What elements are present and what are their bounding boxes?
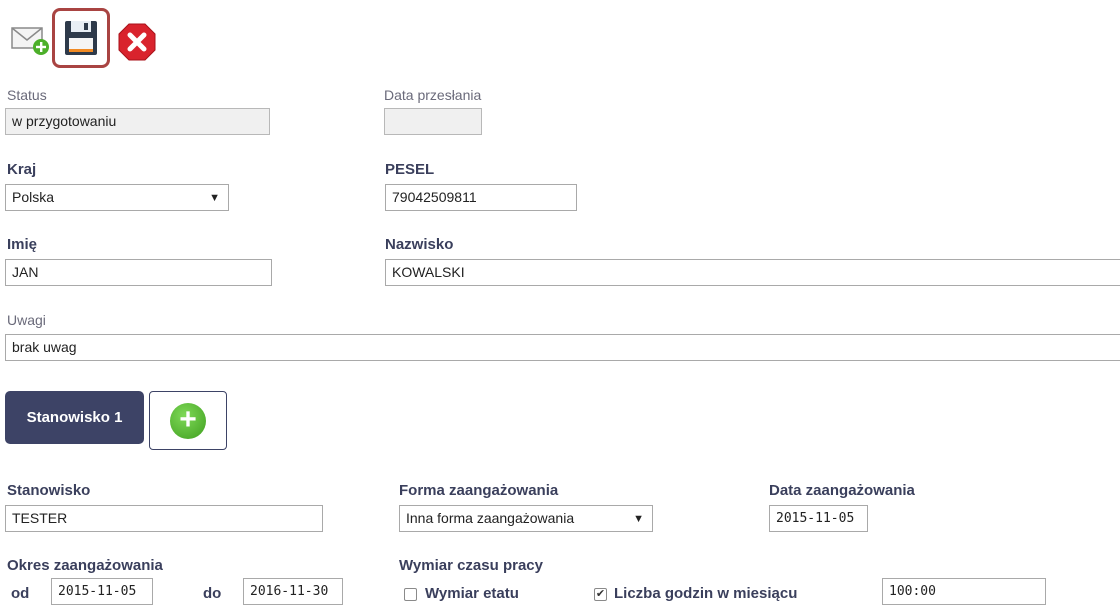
wymiar-label: Wymiar czasu pracy bbox=[399, 557, 543, 574]
dropdown-arrow-icon: ▼ bbox=[633, 513, 644, 525]
data-zaangazowania-input[interactable]: 2015-11-05 bbox=[769, 505, 868, 532]
kraj-select[interactable]: Polska ▼ bbox=[5, 184, 229, 211]
forma-value: Inna forma zaangażowania bbox=[406, 510, 575, 526]
kraj-label: Kraj bbox=[7, 161, 37, 178]
kraj-value: Polska bbox=[12, 189, 55, 205]
tab-stanowisko-1[interactable]: Stanowisko 1 bbox=[5, 391, 144, 444]
pesel-input[interactable]: 79042509811 bbox=[385, 184, 577, 211]
uwagi-input[interactable]: brak uwag bbox=[5, 334, 1120, 361]
wymiar-etatu-label: Wymiar etatu bbox=[425, 585, 519, 602]
status-field: w przygotowaniu bbox=[5, 108, 270, 135]
floppy-disk-icon bbox=[65, 21, 97, 55]
dropdown-arrow-icon: ▼ bbox=[209, 192, 220, 204]
data-przeslania-label: Data przesłania bbox=[384, 87, 482, 103]
data-przeslania-field bbox=[384, 108, 482, 135]
forma-select[interactable]: Inna forma zaangażowania ▼ bbox=[399, 505, 653, 532]
nazwisko-input[interactable]: KOWALSKI bbox=[385, 259, 1120, 286]
close-octagon-icon bbox=[118, 23, 156, 61]
pesel-label: PESEL bbox=[385, 161, 435, 178]
do-date-input[interactable]: 2016-11-30 bbox=[243, 578, 343, 605]
od-label: od bbox=[11, 585, 30, 602]
plus-circle-icon: + bbox=[170, 402, 206, 439]
imie-input[interactable]: JAN bbox=[5, 259, 272, 286]
od-date-input[interactable]: 2015-11-05 bbox=[51, 578, 153, 605]
data-zaangazowania-label: Data zaangażowania bbox=[769, 482, 915, 499]
liczba-godzin-checkbox[interactable]: ✔ bbox=[594, 588, 607, 601]
uwagi-label: Uwagi bbox=[7, 312, 46, 328]
stanowisko-input[interactable]: TESTER bbox=[5, 505, 323, 532]
new-message-button[interactable] bbox=[10, 20, 50, 56]
add-stanowisko-button[interactable]: + bbox=[149, 391, 227, 450]
stanowisko-label: Stanowisko bbox=[7, 482, 91, 499]
cancel-button[interactable] bbox=[117, 22, 157, 62]
forma-label: Forma zaangażowania bbox=[399, 482, 559, 499]
status-label: Status bbox=[7, 87, 47, 103]
do-label: do bbox=[203, 585, 222, 602]
imie-label: Imię bbox=[7, 236, 38, 253]
okres-label: Okres zaangażowania bbox=[7, 557, 163, 574]
nazwisko-label: Nazwisko bbox=[385, 236, 454, 253]
liczba-godzin-input[interactable]: 100:00 bbox=[882, 578, 1046, 605]
wymiar-etatu-checkbox[interactable] bbox=[404, 588, 417, 601]
save-button[interactable] bbox=[52, 8, 110, 68]
envelope-add-icon bbox=[11, 27, 49, 55]
liczba-godzin-label: Liczba godzin w miesiącu bbox=[614, 585, 798, 602]
tab-stanowisko-1-label: Stanowisko 1 bbox=[26, 409, 123, 426]
